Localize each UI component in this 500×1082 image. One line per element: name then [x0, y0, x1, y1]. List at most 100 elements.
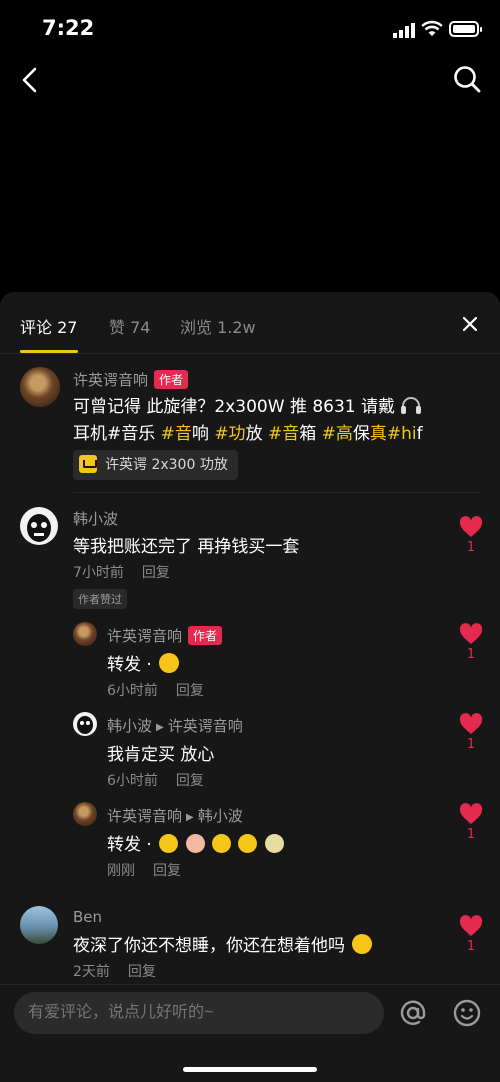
avatar[interactable]	[20, 507, 58, 545]
clapping-emoji-icon	[185, 834, 205, 853]
comment-author[interactable]: 韩小波	[73, 508, 118, 529]
reply-author-name: 韩小波	[107, 717, 153, 735]
divider	[73, 492, 480, 493]
comment-time: 7小时前	[73, 565, 124, 581]
post-author[interactable]: 许英谔音响 作者	[73, 369, 189, 390]
comment-text-content: 夜深了你还不想睡，你还在想着他吗	[73, 936, 345, 956]
reply-author[interactable]: 许英谔音响 ▶ 韩小波	[107, 805, 243, 826]
comment-tabs: 评论 27 赞 74 浏览 1.2w	[0, 292, 500, 354]
like-button[interactable]: 1	[458, 803, 484, 842]
reply-to-name: 韩小波	[197, 807, 243, 825]
reply-button[interactable]: 回复	[153, 863, 181, 879]
tab-comments[interactable]: 评论 27	[20, 314, 77, 338]
ghost-face-icon	[77, 716, 93, 734]
pleading-emoji-icon	[352, 934, 373, 954]
hashtag-link[interactable]: #高	[322, 424, 353, 444]
active-tab-indicator	[20, 350, 78, 353]
comment-meta: 7小时前 回复	[73, 562, 170, 582]
avatar[interactable]	[73, 802, 97, 826]
search-icon[interactable]	[452, 64, 482, 94]
shopping-cart-icon	[79, 455, 97, 473]
avatar[interactable]	[20, 367, 60, 407]
reply-meta: 6小时前 回复	[107, 680, 204, 700]
product-tag[interactable]: 许英谔 2x300 功放	[73, 450, 238, 480]
close-icon[interactable]	[460, 314, 480, 334]
reply-button[interactable]: 回复	[142, 565, 170, 581]
reply-text-content: 转发 ·	[107, 655, 152, 675]
cellular-signal-icon	[393, 23, 415, 38]
comment-time: 2天前	[73, 964, 110, 980]
post-text-segment: 箱	[299, 424, 322, 444]
reply-time: 6小时前	[107, 773, 158, 789]
hashtag-link[interactable]: 真	[370, 424, 387, 444]
status-time: 7:22	[42, 16, 95, 40]
grinning-emoji-icon	[238, 834, 258, 853]
avatar[interactable]	[73, 622, 97, 646]
product-name: 许英谔 2x300 功放	[105, 457, 228, 473]
back-icon[interactable]	[16, 66, 44, 94]
reply-time: 6小时前	[107, 683, 158, 699]
like-button[interactable]: 1	[458, 516, 484, 555]
comment-meta: 2天前 回复	[73, 961, 156, 981]
heart-icon	[459, 915, 483, 936]
post-text-line1: 可曾记得 此旋律？2x300W 推 8631 请戴	[73, 392, 422, 417]
reply-button[interactable]: 回复	[128, 964, 156, 980]
battery-icon	[449, 21, 482, 37]
author-badge: 作者	[154, 370, 189, 389]
comment-author[interactable]: Ben	[73, 908, 102, 926]
reply-text-content: 转发 ·	[107, 835, 152, 855]
reply-time: 刚刚	[107, 863, 135, 879]
hashtag-link[interactable]: #hi	[387, 424, 417, 444]
reply-author[interactable]: 许英谔音响 作者	[107, 625, 223, 646]
hashtag-link[interactable]: #功	[214, 424, 245, 444]
like-count: 1	[466, 647, 476, 662]
avatar[interactable]	[20, 906, 58, 944]
emoji-icon[interactable]	[452, 998, 482, 1028]
post-text-segment: 耳机#音乐	[73, 424, 161, 444]
comment-text: 等我把账还完了 再挣钱买一套	[73, 537, 300, 557]
reply-author-name: 许英谔音响	[107, 807, 183, 825]
reply-author[interactable]: 韩小波 ▶ 许英谔音响	[107, 715, 243, 736]
comment-input[interactable]	[14, 992, 384, 1034]
like-count: 1	[466, 737, 476, 752]
post-text-segment: f	[416, 424, 423, 444]
post-text-segment: 保	[352, 424, 370, 444]
post-text: 可曾记得 此旋律？2x300W 推 8631 请戴	[73, 397, 396, 417]
heart-icon	[459, 623, 483, 644]
reply-button[interactable]: 回复	[176, 773, 204, 789]
reply-author-name: 许英谔音响	[107, 627, 183, 645]
author-badge: 作者	[188, 626, 223, 645]
thumbs-up-emoji-icon	[159, 834, 179, 853]
reply-meta: 刚刚 回复	[107, 860, 181, 880]
reply-to-arrow-icon: ▶	[186, 812, 194, 823]
reply-text: 转发 ·	[107, 650, 180, 675]
ghost-face-icon	[27, 514, 51, 542]
tab-likes[interactable]: 赞 74	[109, 314, 150, 338]
like-button[interactable]: 1	[458, 623, 484, 662]
home-indicator	[183, 1067, 317, 1072]
heart-icon	[459, 803, 483, 824]
post-author-name: 许英谔音响	[73, 371, 149, 389]
like-count: 1	[466, 827, 476, 842]
reply-text: 我肯定买 放心	[107, 745, 215, 765]
reply-button[interactable]: 回复	[176, 683, 204, 699]
tab-views[interactable]: 浏览 1.2w	[180, 314, 256, 338]
post-text-line2: 耳机#音乐 #音响 #功放 #音箱 #高保真#hif	[73, 419, 423, 444]
cheers-emoji-icon	[264, 834, 284, 853]
like-button[interactable]: 1	[458, 713, 484, 752]
reply-text: 转发 ·	[107, 830, 284, 855]
reply-to-arrow-icon: ▶	[156, 722, 164, 733]
comment-text: 夜深了你还不想睡，你还在想着他吗	[73, 931, 373, 956]
surprised-emoji-icon	[159, 653, 180, 673]
hashtag-link[interactable]: #音	[161, 424, 192, 444]
reply-meta: 6小时前 回复	[107, 770, 204, 790]
post-text-segment: 放	[245, 424, 268, 444]
reply-to-name: 许英谔音响	[167, 717, 243, 735]
like-button[interactable]: 1	[458, 915, 484, 954]
heart-icon	[459, 713, 483, 734]
post-text-segment: 响	[191, 424, 215, 444]
like-count: 1	[466, 939, 476, 954]
avatar[interactable]	[73, 712, 97, 736]
hashtag-link[interactable]: #音	[268, 424, 299, 444]
mention-icon[interactable]	[398, 998, 428, 1028]
